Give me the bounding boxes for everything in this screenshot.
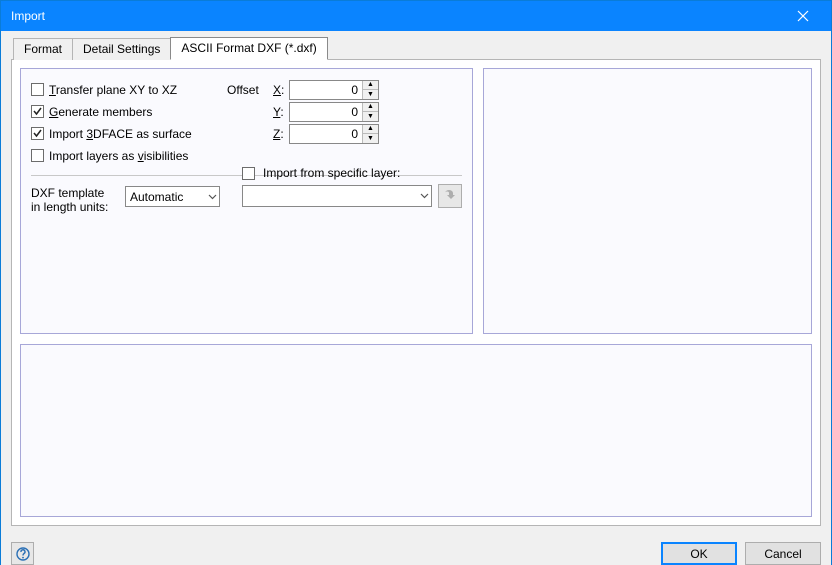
offset-y-input[interactable]: ▲ ▼ — [289, 102, 379, 122]
import-specific-layer-checkbox[interactable] — [242, 167, 255, 180]
tab-label: Detail Settings — [83, 42, 160, 56]
cancel-label: Cancel — [764, 547, 801, 561]
titlebar: Import — [1, 1, 831, 31]
transfer-plane-checkbox[interactable] — [31, 83, 44, 96]
units-and-layer-row: DXF template in length units: Automatic — [31, 186, 462, 214]
offset-x-input[interactable]: ▲ ▼ — [289, 80, 379, 100]
generate-members-label: Generate members — [49, 105, 152, 119]
window-title: Import — [11, 9, 783, 23]
import-specific-layer-label: Import from specific layer: — [263, 166, 400, 180]
offset-y-label: Y: — [273, 105, 289, 119]
layer-select[interactable] — [242, 185, 432, 207]
spin-up-icon[interactable]: ▲ — [363, 125, 378, 134]
units-select[interactable]: Automatic — [125, 186, 220, 207]
content-row-top: Transfer plane XY to XZ Generate members — [20, 68, 812, 334]
offset-label-column: Offset — [227, 79, 273, 167]
dialog-body: Format Detail Settings ASCII Format DXF … — [1, 31, 831, 536]
offset-z-label: Z: — [273, 127, 289, 141]
import-layers-checkbox[interactable] — [31, 149, 44, 162]
tab-page: Transfer plane XY to XZ Generate members — [11, 59, 821, 526]
ok-label: OK — [690, 547, 707, 561]
import-3dface-label: Import 3DFACE as surface — [49, 127, 192, 141]
pick-layer-button[interactable] — [438, 184, 462, 208]
offset-z-input[interactable]: ▲ ▼ — [289, 124, 379, 144]
tab-detail-settings[interactable]: Detail Settings — [72, 38, 171, 60]
import-3dface-checkbox[interactable] — [31, 127, 44, 140]
offset-label: Offset — [227, 83, 259, 97]
help-icon — [16, 547, 30, 561]
import-layers-label: Import layers as visibilities — [49, 149, 188, 163]
tab-format[interactable]: Format — [13, 38, 73, 60]
options-grid: Transfer plane XY to XZ Generate members — [31, 79, 462, 167]
offset-x-label: X: — [273, 83, 289, 97]
options-panel: Transfer plane XY to XZ Generate members — [20, 68, 473, 334]
offset-y-value[interactable] — [290, 103, 362, 121]
units-label: DXF template in length units: — [31, 186, 117, 214]
close-button[interactable] — [783, 1, 823, 31]
tab-label: Format — [24, 42, 62, 56]
offset-inputs-column: X: ▲ ▼ Y: — [273, 79, 462, 167]
checkbox-column: Transfer plane XY to XZ Generate members — [31, 79, 227, 167]
layer-group: Import from specific layer: — [242, 186, 462, 208]
spin-up-icon[interactable]: ▲ — [363, 81, 378, 90]
pick-icon — [443, 190, 457, 202]
generate-members-checkbox[interactable] — [31, 105, 44, 118]
spin-down-icon[interactable]: ▼ — [363, 89, 378, 99]
tab-ascii-dxf[interactable]: ASCII Format DXF (*.dxf) — [170, 37, 327, 60]
ok-button[interactable]: OK — [661, 542, 737, 565]
spin-down-icon[interactable]: ▼ — [363, 111, 378, 121]
close-icon — [797, 10, 809, 22]
preview-panel — [483, 68, 812, 334]
spin-up-icon[interactable]: ▲ — [363, 103, 378, 112]
transfer-plane-label: Transfer plane XY to XZ — [49, 83, 177, 97]
offset-x-value[interactable] — [290, 81, 362, 99]
tabstrip: Format Detail Settings ASCII Format DXF … — [11, 36, 821, 59]
offset-z-value[interactable] — [290, 125, 362, 143]
import-dialog: Import Format Detail Settings ASCII Form… — [0, 0, 832, 565]
chevron-down-icon — [208, 194, 217, 200]
cancel-button[interactable]: Cancel — [745, 542, 821, 565]
tab-label: ASCII Format DXF (*.dxf) — [181, 41, 316, 55]
dialog-footer: OK Cancel — [1, 536, 831, 565]
spin-down-icon[interactable]: ▼ — [363, 133, 378, 143]
units-value: Automatic — [130, 190, 183, 204]
bottom-panel — [20, 344, 812, 517]
help-button[interactable] — [11, 542, 34, 565]
chevron-down-icon — [420, 193, 429, 199]
